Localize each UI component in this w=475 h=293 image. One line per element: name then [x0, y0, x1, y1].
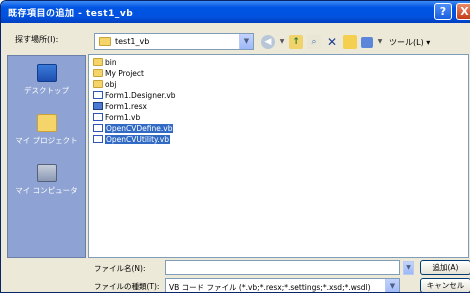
views-icon[interactable]: [361, 36, 373, 48]
back-dropdown-icon[interactable]: ▼: [279, 35, 285, 49]
file-name: Form1.Designer.vb: [105, 90, 176, 100]
navigation-toolbar: ◀ ▼ ↑ ⌕ ✕ ▼ ツール(L) ▾: [261, 34, 430, 50]
place-my-computer[interactable]: マイ コンピュータ: [8, 164, 85, 196]
tools-label: ツール(L): [389, 37, 424, 47]
cancel-button[interactable]: キャンセル: [420, 278, 470, 292]
file-name: bin: [105, 57, 117, 67]
folder-icon: [93, 80, 103, 88]
list-item[interactable]: bin: [93, 57, 117, 67]
chevron-down-icon[interactable]: ▼: [239, 34, 253, 49]
list-item[interactable]: My Project: [93, 68, 144, 78]
file-name: OpenCVUtility.vb: [105, 134, 170, 144]
close-button[interactable]: X: [456, 3, 470, 20]
file-name-dropdown-icon[interactable]: ▼: [403, 261, 414, 275]
place-desktop[interactable]: デスクトップ: [8, 64, 85, 96]
back-icon[interactable]: ◀: [261, 35, 275, 49]
views-dropdown-icon[interactable]: ▼: [377, 35, 383, 49]
file-list[interactable]: bin My Project obj Form1.Designer.vb For…: [88, 54, 469, 258]
vb-file-icon: [93, 113, 103, 121]
file-name: Form1.vb: [105, 112, 141, 122]
vb-file-icon: [93, 124, 103, 132]
folder-icon: [93, 58, 103, 66]
place-my-projects-label: マイ プロジェクト: [15, 136, 78, 145]
list-item-selected[interactable]: OpenCVDefine.vb: [93, 123, 174, 133]
my-projects-icon: [36, 114, 57, 132]
file-name: My Project: [105, 68, 144, 78]
tools-menu[interactable]: ツール(L) ▾: [389, 37, 430, 48]
vb-file-icon: [93, 91, 103, 99]
desktop-icon: [36, 64, 57, 82]
window-title: 既存項目の追加 - test1_vb: [8, 9, 134, 19]
file-name-input[interactable]: [165, 260, 400, 275]
list-item[interactable]: obj: [93, 79, 116, 89]
look-in-label: 探す場所(I):: [15, 35, 59, 44]
file-type-value: VB コード ファイル (*.vb;*.resx;*.settings;*.xs…: [169, 283, 371, 292]
resx-file-icon: [93, 102, 103, 110]
place-my-projects[interactable]: マイ プロジェクト: [8, 114, 85, 146]
places-bar: デスクトップ マイ プロジェクト マイ コンピュータ: [7, 55, 86, 258]
list-item[interactable]: Form1.Designer.vb: [93, 90, 176, 100]
add-button[interactable]: 追加(A): [420, 260, 470, 275]
file-type-label: ファイルの種類(T):: [94, 282, 160, 291]
help-button[interactable]: ?: [434, 3, 452, 20]
list-item[interactable]: Form1.vb: [93, 112, 140, 122]
place-desktop-label: デスクトップ: [24, 86, 69, 95]
delete-icon[interactable]: ✕: [325, 35, 339, 49]
file-name: obj: [105, 79, 117, 89]
list-item-selected[interactable]: OpenCVUtility.vb: [93, 134, 170, 144]
add-existing-item-dialog: 既存項目の追加 - test1_vb ? X 探す場所(I): test1_vb…: [0, 0, 470, 293]
file-name: Form1.resx: [105, 101, 147, 111]
title-bar[interactable]: 既存項目の追加 - test1_vb ? X: [1, 1, 470, 23]
look-in-value: test1_vb: [115, 37, 150, 46]
folder-icon: [99, 37, 111, 46]
new-folder-icon[interactable]: [343, 35, 357, 49]
place-my-computer-label: マイ コンピュータ: [15, 186, 78, 195]
vb-file-icon: [93, 135, 103, 143]
file-name-label: ファイル名(N):: [94, 264, 146, 273]
file-type-dropdown[interactable]: VB コード ファイル (*.vb;*.resx;*.settings;*.xs…: [165, 278, 400, 292]
folder-icon: [93, 69, 103, 77]
file-name: OpenCVDefine.vb: [105, 123, 174, 133]
chevron-down-icon[interactable]: ▼: [385, 279, 399, 292]
up-folder-icon[interactable]: ↑: [289, 35, 303, 49]
search-icon[interactable]: ⌕: [307, 35, 321, 49]
my-computer-icon: [36, 164, 57, 182]
look-in-dropdown[interactable]: test1_vb ▼: [94, 33, 254, 50]
list-item[interactable]: Form1.resx: [93, 101, 147, 111]
